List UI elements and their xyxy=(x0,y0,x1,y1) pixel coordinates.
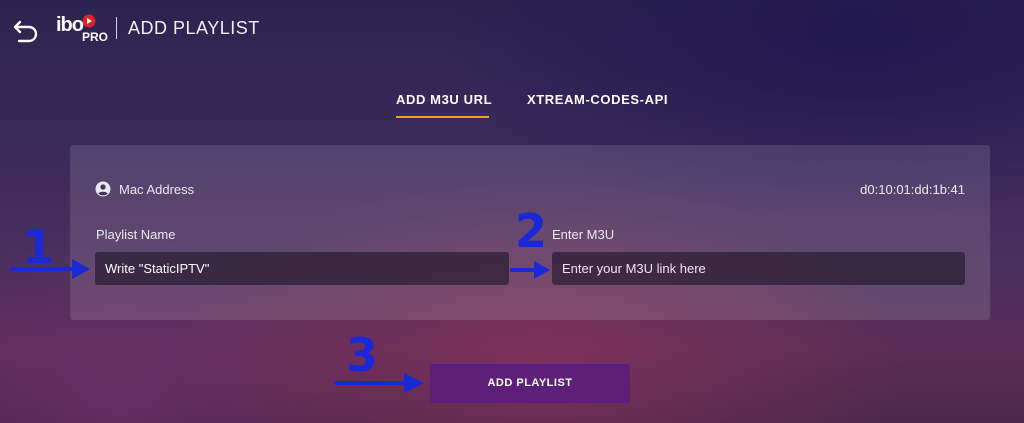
m3u-url-input[interactable] xyxy=(552,252,965,285)
step-1-arrow-icon xyxy=(10,259,90,279)
tab-add-m3u-url[interactable]: ADD M3U URL xyxy=(396,92,492,107)
logo-sub-text: PRO xyxy=(82,30,109,44)
step-2-arrow-icon xyxy=(510,261,550,279)
active-tab-indicator xyxy=(396,116,489,118)
logo-text: ibo xyxy=(56,14,84,36)
user-icon xyxy=(95,181,111,197)
back-arrow-icon[interactable] xyxy=(12,18,40,44)
m3u-label: Enter M3U xyxy=(552,227,615,242)
page-title: ADD PLAYLIST xyxy=(128,18,260,38)
mac-address-label: Mac Address xyxy=(119,182,195,197)
header-divider xyxy=(116,17,117,39)
playlist-name-input[interactable] xyxy=(95,252,509,285)
mac-address-row: Mac Address d0:10:01:dd:1b:41 xyxy=(95,181,965,199)
logo-icon xyxy=(82,14,96,28)
add-playlist-button[interactable]: ADD PLAYLIST xyxy=(430,363,630,403)
step-2-annotation: 2 xyxy=(515,204,548,258)
step-3-arrow-icon xyxy=(334,373,424,393)
app-logo: ibo PRO xyxy=(56,12,108,46)
tab-bar: ADD M3U URL XTREAM-CODES-API xyxy=(0,92,1024,122)
mac-address-value: d0:10:01:dd:1b:41 xyxy=(860,182,965,197)
playlist-name-label: Playlist Name xyxy=(96,227,176,242)
tab-xtream-codes-api[interactable]: XTREAM-CODES-API xyxy=(527,92,668,107)
